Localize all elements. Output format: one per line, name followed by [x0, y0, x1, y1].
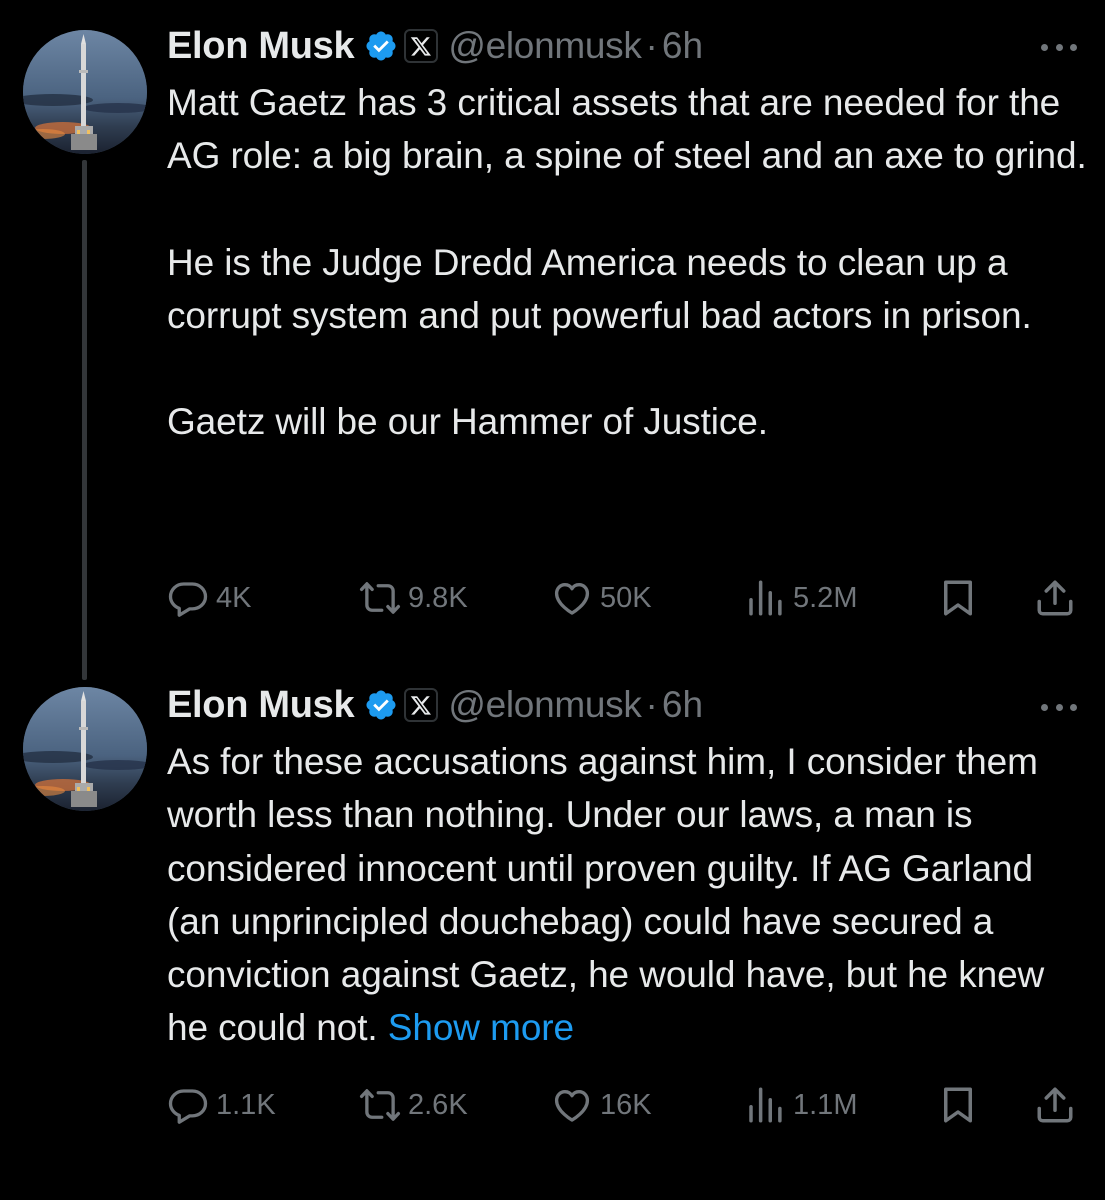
reply-button[interactable]: 4K	[167, 573, 251, 623]
separator-dot: ·	[645, 25, 658, 66]
tweet-paragraph: He is the Judge Dredd America needs to c…	[167, 241, 1032, 336]
timestamp[interactable]: 6h	[662, 25, 703, 67]
avatar[interactable]	[23, 687, 147, 811]
repost-icon	[359, 1089, 401, 1121]
avatar[interactable]	[23, 30, 147, 154]
like-button[interactable]: 50K	[551, 573, 652, 623]
repost-button[interactable]: 2.6K	[359, 1080, 468, 1130]
reply-count: 1.1K	[216, 1088, 276, 1121]
verified-badge-icon	[364, 29, 398, 63]
verified-badge-icon	[364, 688, 398, 722]
tweet[interactable]: Elon Musk @elonmusk · 6h As for these ac…	[0, 660, 1105, 1200]
share-button[interactable]	[1034, 1080, 1076, 1130]
timestamp[interactable]: 6h	[662, 684, 703, 726]
author-name[interactable]: Elon Musk	[167, 25, 355, 68]
share-icon	[1037, 1087, 1073, 1123]
reply-icon	[168, 1089, 208, 1124]
repost-count: 9.8K	[408, 581, 468, 614]
more-dots-icon[interactable]	[1041, 32, 1077, 62]
tweet-text: As for these accusations against him, I …	[167, 735, 1092, 1055]
views-button[interactable]: 1.1M	[744, 1080, 857, 1130]
author-handle[interactable]: @elonmusk	[448, 684, 642, 726]
avatar-image	[23, 30, 147, 154]
avatar-image	[23, 687, 147, 811]
reply-button[interactable]: 1.1K	[167, 1080, 276, 1130]
view-count: 5.2M	[793, 581, 858, 614]
tweet-header: Elon Musk @elonmusk · 6h	[167, 680, 703, 730]
tweet[interactable]: Elon Musk @elonmusk · 6h Matt Gaetz has …	[0, 0, 1105, 680]
tweet-paragraph: Gaetz will be our Hammer of Justice.	[167, 401, 768, 443]
views-icon	[749, 1087, 782, 1123]
like-button[interactable]: 16K	[551, 1080, 652, 1130]
views-icon	[749, 580, 782, 616]
repost-icon	[359, 582, 401, 614]
reply-count: 4K	[216, 581, 252, 614]
view-count: 1.1M	[793, 1088, 858, 1121]
x-logo-icon	[404, 29, 439, 63]
views-button[interactable]: 5.2M	[744, 573, 857, 623]
like-count: 16K	[600, 1088, 652, 1121]
action-bar: 1.1K 2.6K 16K 1.1M	[167, 1080, 1082, 1130]
bookmark-icon	[944, 1087, 972, 1123]
share-button[interactable]	[1034, 573, 1076, 623]
thread-connector	[82, 160, 87, 680]
tweet-header: Elon Musk @elonmusk · 6h	[167, 21, 703, 71]
author-name[interactable]: Elon Musk	[167, 684, 355, 727]
action-bar: 4K 9.8K 50K 5.2M	[167, 573, 1082, 623]
author-handle[interactable]: @elonmusk	[448, 25, 642, 67]
heart-icon	[554, 583, 590, 615]
more-dots-icon[interactable]	[1041, 692, 1077, 722]
like-count: 50K	[600, 581, 652, 614]
tweet-paragraph-text: As for these accusations against him, I …	[167, 741, 1045, 1049]
separator-dot: ·	[645, 684, 658, 725]
tweet-text: Matt Gaetz has 3 critical assets that ar…	[167, 76, 1092, 448]
repost-button[interactable]: 9.8K	[359, 573, 468, 623]
reply-icon	[168, 582, 208, 617]
tweet-paragraph: As for these accusations against him, I …	[167, 735, 1092, 1055]
repost-count: 2.6K	[408, 1088, 468, 1121]
share-icon	[1037, 580, 1073, 616]
heart-icon	[554, 1090, 590, 1122]
tweet-paragraph: Matt Gaetz has 3 critical assets that ar…	[167, 82, 1087, 177]
bookmark-icon	[944, 580, 972, 616]
bookmark-button[interactable]	[937, 573, 979, 623]
bookmark-button[interactable]	[937, 1080, 979, 1130]
x-logo-icon	[404, 688, 439, 722]
show-more-link[interactable]: Show more	[388, 1007, 574, 1048]
